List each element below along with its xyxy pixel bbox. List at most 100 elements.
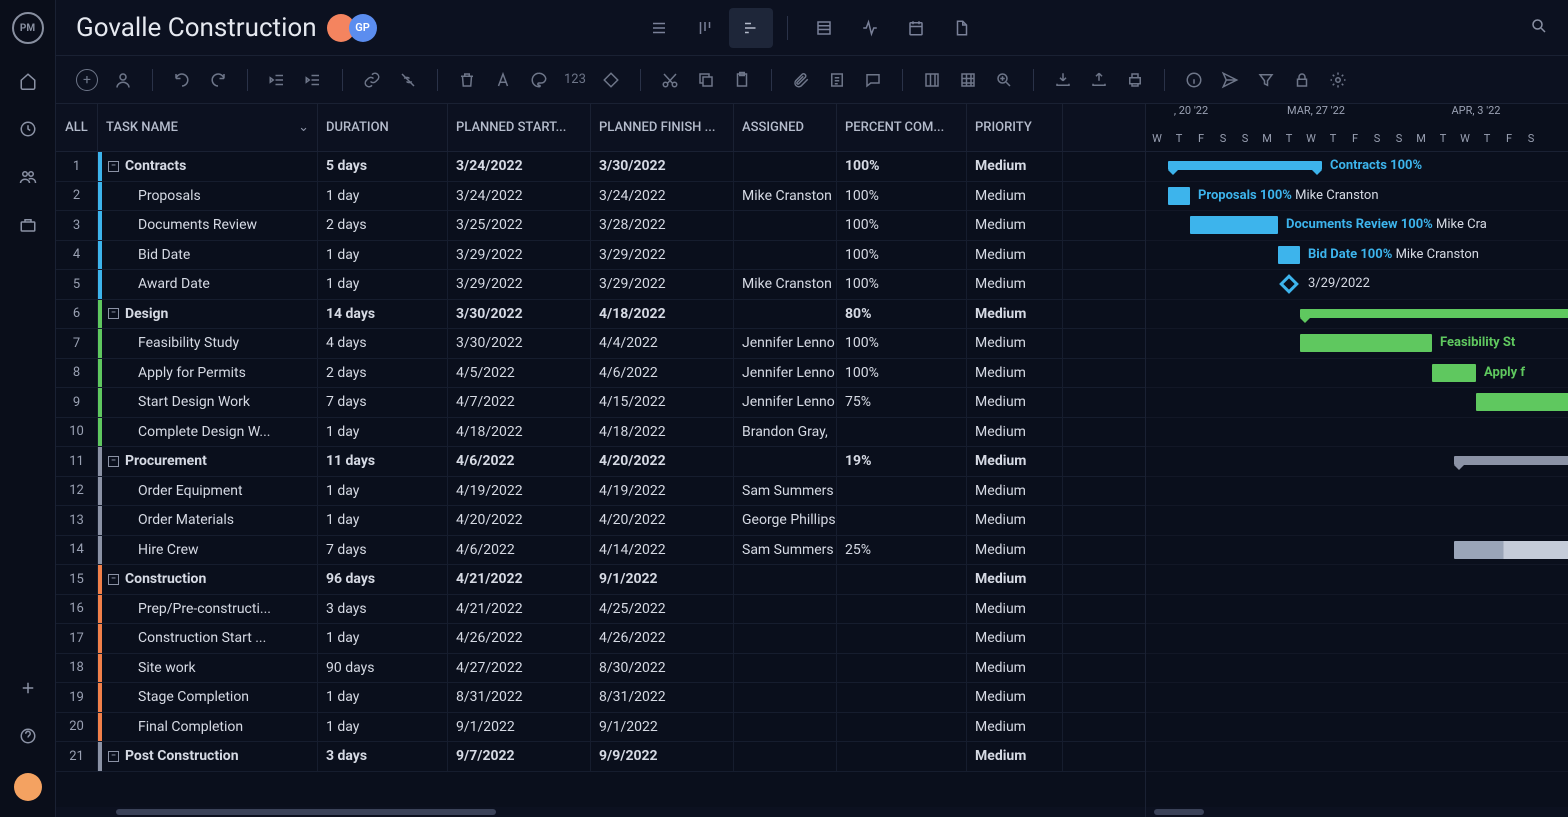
milestone-icon[interactable] <box>1279 274 1299 294</box>
table-row[interactable]: 9Start Design Work7 days4/7/20224/15/202… <box>56 388 1145 418</box>
col-priority[interactable]: PRIORITY <box>967 104 1063 151</box>
col-task-name[interactable]: TASK NAME⌄ <box>98 104 318 151</box>
assign-icon[interactable] <box>112 69 134 91</box>
calendar-view-icon[interactable] <box>894 8 938 48</box>
table-row[interactable]: 7Feasibility Study4 days3/30/20224/4/202… <box>56 329 1145 359</box>
home-icon[interactable] <box>17 70 39 92</box>
font-icon[interactable] <box>492 69 514 91</box>
copy-icon[interactable] <box>695 69 717 91</box>
import-icon[interactable] <box>1052 69 1074 91</box>
col-planned-start[interactable]: PLANNED START... <box>448 104 591 151</box>
table-row[interactable]: 6−Design14 days3/30/20224/18/202280%Medi… <box>56 300 1145 330</box>
gantt-row[interactable] <box>1146 565 1568 595</box>
add-task-icon[interactable]: + <box>76 69 98 91</box>
columns-icon[interactable] <box>921 69 943 91</box>
table-row[interactable]: 8Apply for Permits2 days4/5/20224/6/2022… <box>56 359 1145 389</box>
gantt-row[interactable]: Documents Review 100% Mike Cra <box>1146 211 1568 241</box>
table-row[interactable]: 13Order Materials1 day4/20/20224/20/2022… <box>56 506 1145 536</box>
briefcase-icon[interactable] <box>17 214 39 236</box>
board-view-icon[interactable] <box>683 8 727 48</box>
cut-icon[interactable] <box>659 69 681 91</box>
table-row[interactable]: 16Prep/Pre-constructi...3 days4/21/20224… <box>56 595 1145 625</box>
export-icon[interactable] <box>1088 69 1110 91</box>
table-row[interactable]: 15−Construction96 days4/21/20229/1/2022M… <box>56 565 1145 595</box>
gantt-bar[interactable] <box>1190 216 1278 234</box>
settings-icon[interactable] <box>1327 69 1349 91</box>
gantt-row[interactable] <box>1146 300 1568 330</box>
table-row[interactable]: 3Documents Review2 days3/25/20223/28/202… <box>56 211 1145 241</box>
gantt-row[interactable]: 3/29/2022 <box>1146 270 1568 300</box>
chevron-down-icon[interactable]: ⌄ <box>298 120 309 135</box>
undo-icon[interactable] <box>171 69 193 91</box>
user-avatar[interactable] <box>14 773 42 801</box>
numbering-label[interactable]: 123 <box>564 72 586 87</box>
table-row[interactable]: 11−Procurement11 days4/6/20224/20/202219… <box>56 447 1145 477</box>
table-row[interactable]: 4Bid Date1 day3/29/20223/29/2022100%Medi… <box>56 241 1145 271</box>
collapse-icon[interactable]: − <box>108 161 119 172</box>
recent-icon[interactable] <box>17 118 39 140</box>
print-icon[interactable] <box>1124 69 1146 91</box>
col-assigned[interactable]: ASSIGNED <box>734 104 837 151</box>
help-icon[interactable] <box>17 725 39 747</box>
gantt-row[interactable]: Proposals 100% Mike Cranston <box>1146 182 1568 212</box>
unlink-icon[interactable] <box>397 69 419 91</box>
gantt-bar[interactable] <box>1454 456 1568 465</box>
zoom-icon[interactable] <box>993 69 1015 91</box>
gantt-bar[interactable] <box>1300 334 1432 352</box>
list-view-icon[interactable] <box>637 8 681 48</box>
gantt-row[interactable] <box>1146 388 1568 418</box>
gantt-row[interactable]: Bid Date 100% Mike Cranston <box>1146 241 1568 271</box>
collapse-icon[interactable]: − <box>108 308 119 319</box>
grid-hscroll[interactable] <box>56 807 1145 817</box>
gantt-bar[interactable] <box>1168 187 1190 205</box>
table-row[interactable]: 19Stage Completion1 day8/31/20228/31/202… <box>56 683 1145 713</box>
col-planned-finish[interactable]: PLANNED FINISH ... <box>591 104 734 151</box>
gantt-bar[interactable] <box>1300 309 1568 318</box>
add-icon[interactable] <box>17 677 39 699</box>
link-icon[interactable] <box>361 69 383 91</box>
collapse-icon[interactable]: − <box>108 751 119 762</box>
col-duration[interactable]: DURATION <box>318 104 448 151</box>
redo-icon[interactable] <box>207 69 229 91</box>
gantt-row[interactable] <box>1146 713 1568 743</box>
collapse-icon[interactable]: − <box>108 456 119 467</box>
team-icon[interactable] <box>17 166 39 188</box>
table-row[interactable]: 20Final Completion1 day9/1/20229/1/2022M… <box>56 713 1145 743</box>
collapse-icon[interactable]: − <box>108 574 119 585</box>
table-row[interactable]: 10Complete Design W...1 day4/18/20224/18… <box>56 418 1145 448</box>
table-row[interactable]: 2Proposals1 day3/24/20223/24/2022Mike Cr… <box>56 182 1145 212</box>
gantt-bar[interactable] <box>1454 541 1568 559</box>
grid-icon[interactable] <box>957 69 979 91</box>
gantt-bar[interactable] <box>1168 161 1322 170</box>
lock-icon[interactable] <box>1291 69 1313 91</box>
search-icon[interactable] <box>1530 17 1548 39</box>
color-icon[interactable] <box>528 69 550 91</box>
table-row[interactable]: 14Hire Crew7 days4/6/20224/14/2022Sam Su… <box>56 536 1145 566</box>
gantt-bar[interactable] <box>1278 246 1300 264</box>
gantt-row[interactable] <box>1146 683 1568 713</box>
gantt-bar[interactable] <box>1476 393 1568 411</box>
col-all[interactable]: ALL <box>56 104 98 151</box>
gantt-row[interactable] <box>1146 595 1568 625</box>
gantt-row[interactable] <box>1146 742 1568 772</box>
gantt-row[interactable]: Feasibility St <box>1146 329 1568 359</box>
activity-view-icon[interactable] <box>848 8 892 48</box>
gantt-row[interactable] <box>1146 477 1568 507</box>
gantt-row[interactable]: Apply f <box>1146 359 1568 389</box>
member-avatar-2[interactable]: GP <box>349 14 377 42</box>
gantt-row[interactable] <box>1146 447 1568 477</box>
indent-icon[interactable] <box>302 69 324 91</box>
info-icon[interactable] <box>1183 69 1205 91</box>
milestone-toggle-icon[interactable] <box>600 69 622 91</box>
gantt-hscroll[interactable] <box>1146 807 1568 817</box>
table-row[interactable]: 12Order Equipment1 day4/19/20224/19/2022… <box>56 477 1145 507</box>
table-row[interactable]: 17Construction Start ...1 day4/26/20224/… <box>56 624 1145 654</box>
project-members[interactable]: GP <box>333 14 377 42</box>
table-row[interactable]: 18Site work90 days4/27/20228/30/2022Medi… <box>56 654 1145 684</box>
note-icon[interactable] <box>826 69 848 91</box>
paste-icon[interactable] <box>731 69 753 91</box>
grid-body[interactable]: 1−Contracts5 days3/24/20223/30/2022100%M… <box>56 152 1145 807</box>
gantt-body[interactable]: Contracts 100%Proposals 100% Mike Cranst… <box>1146 152 1568 807</box>
gantt-bar[interactable] <box>1432 364 1476 382</box>
table-row[interactable]: 5Award Date1 day3/29/20223/29/2022Mike C… <box>56 270 1145 300</box>
